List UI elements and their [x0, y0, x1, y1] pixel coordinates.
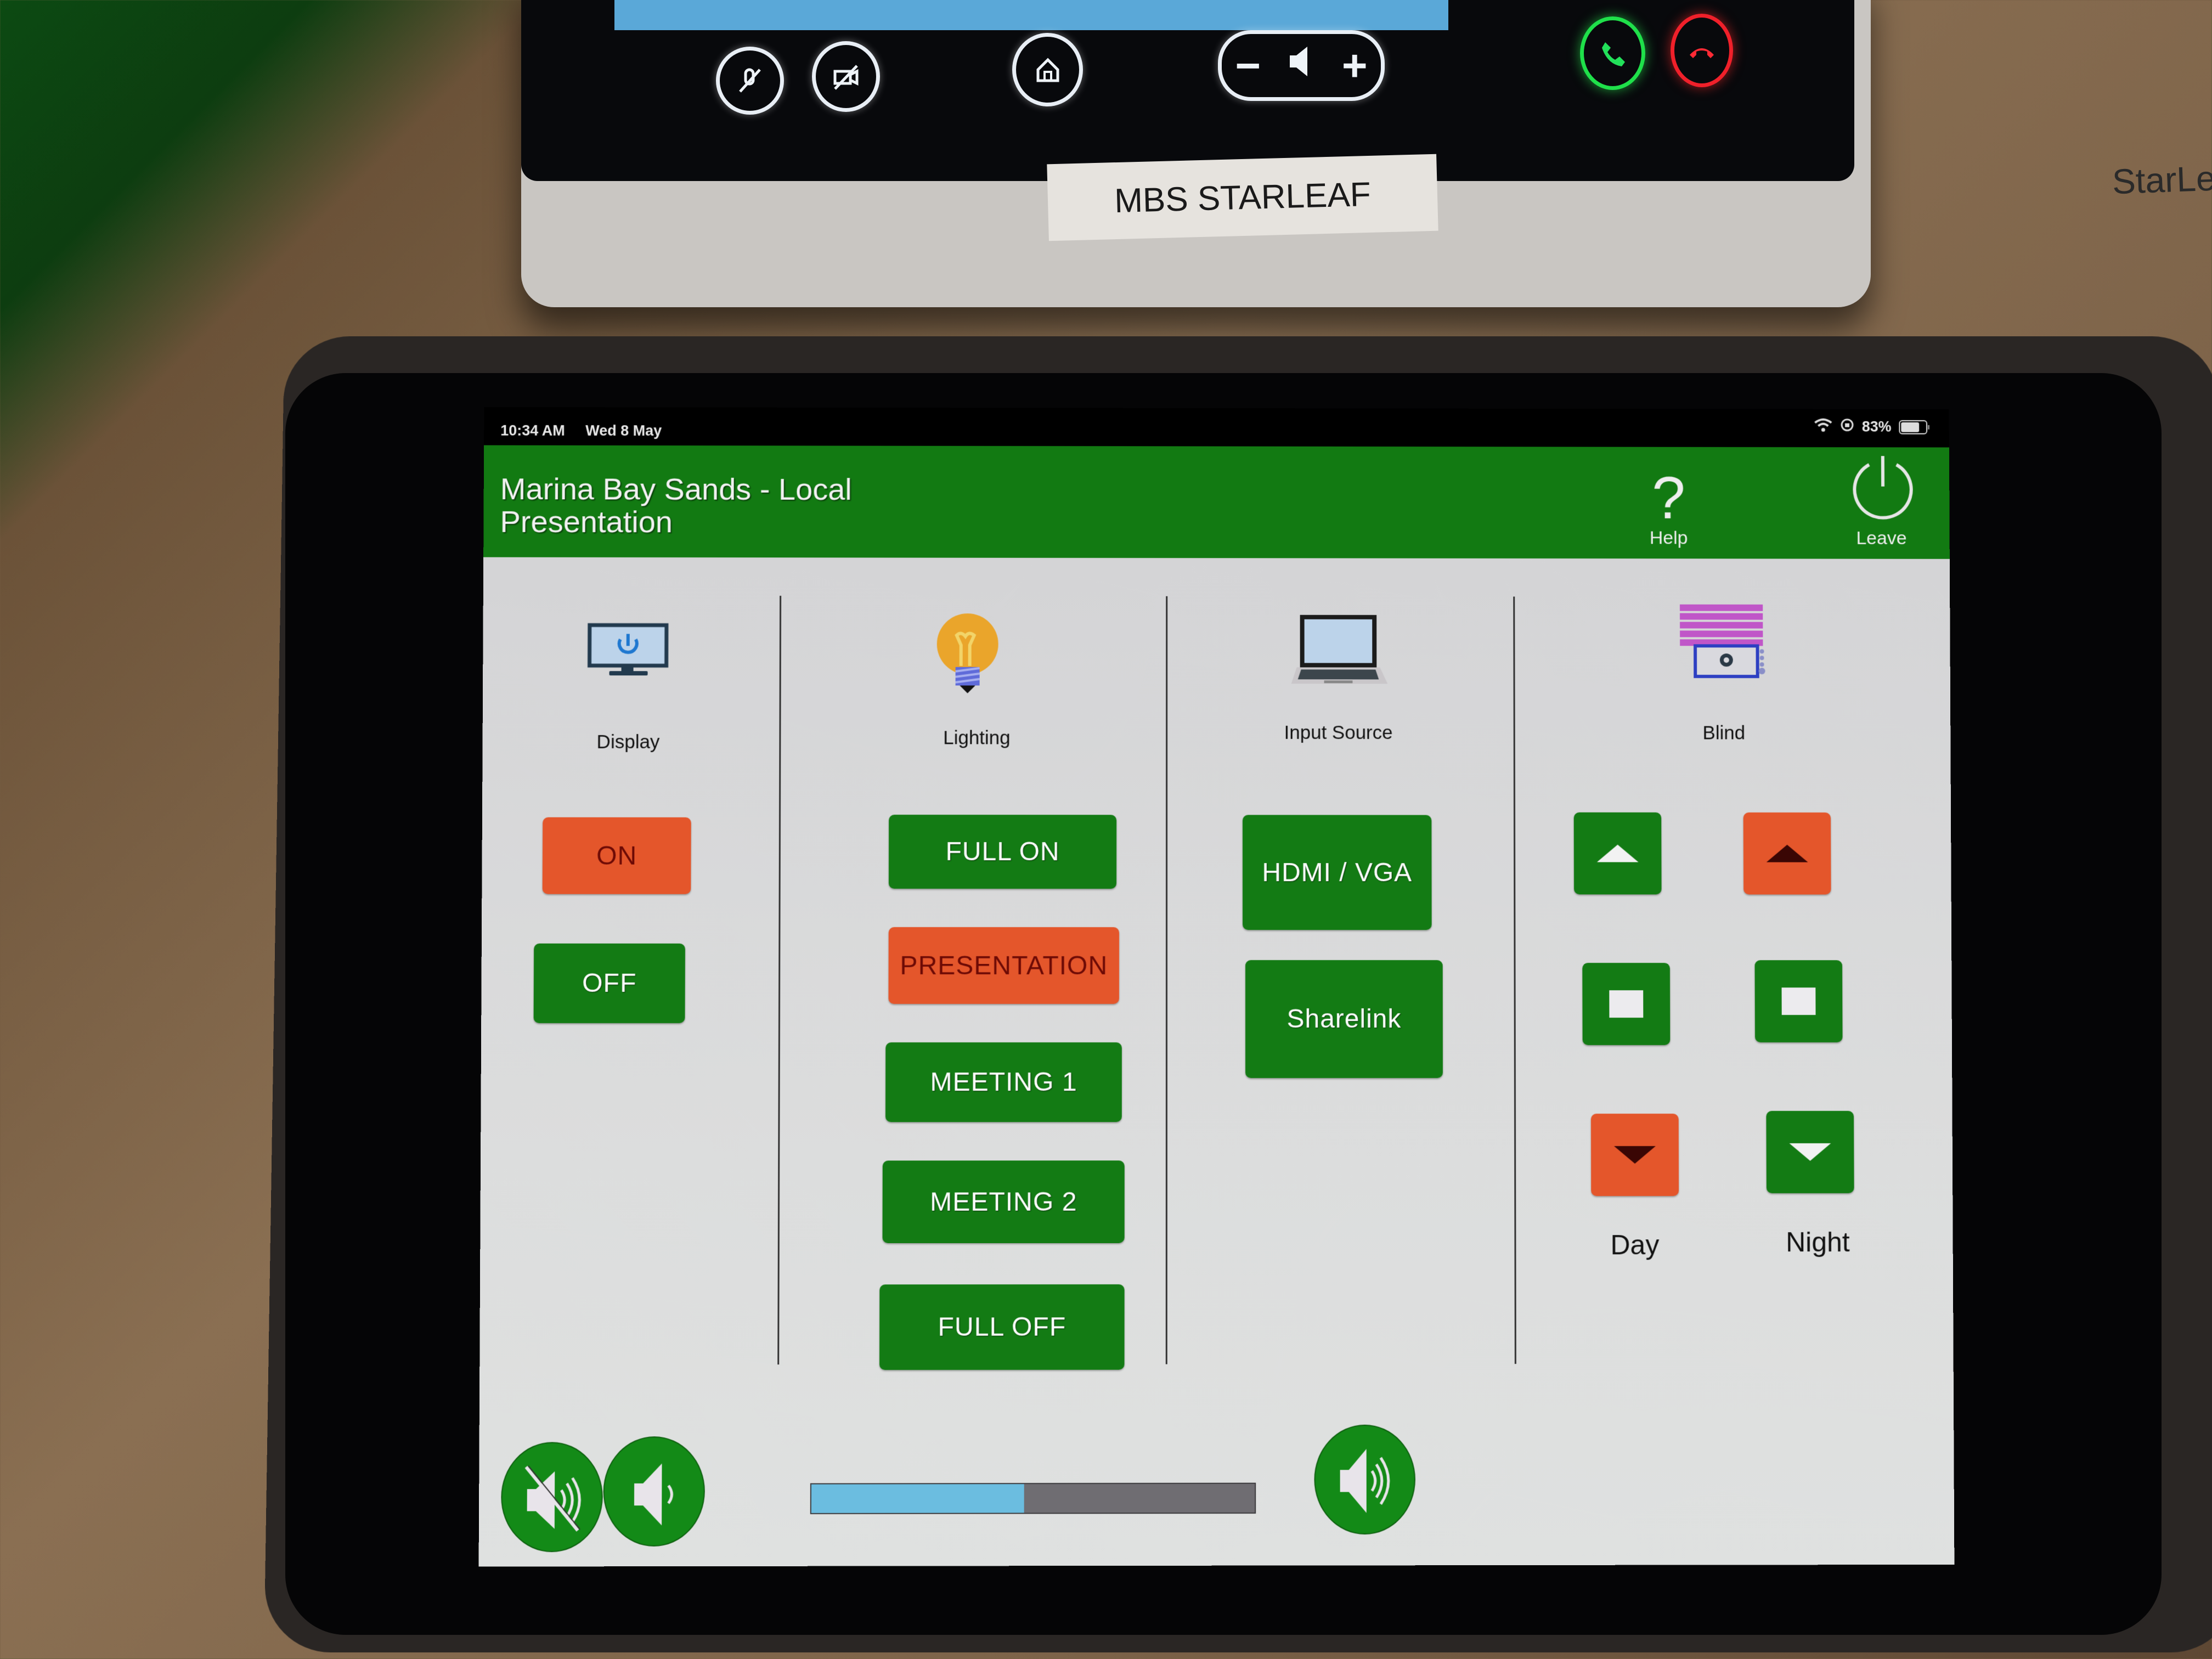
- app-header: Marina Bay Sands - Local Presentation ? …: [483, 445, 1950, 559]
- room-title-line2: Presentation: [500, 504, 673, 539]
- starleaf-control-panel: − +: [521, 0, 1854, 181]
- display-off-label: OFF: [582, 968, 637, 998]
- arrow-down-icon: [1789, 1143, 1831, 1161]
- ipad-screen: 10:34 AM Wed 8 May 83% Marina Bay Sands …: [478, 407, 1955, 1567]
- lighting-meeting-2-label: MEETING 2: [929, 1187, 1077, 1217]
- starleaf-screen-edge: [614, 0, 1448, 30]
- lighting-label: Lighting: [943, 727, 1011, 749]
- orientation-lock-icon: [1840, 418, 1854, 436]
- help-label: Help: [1649, 527, 1688, 549]
- input-hdmi-vga-label: HDMI / VGA: [1262, 857, 1413, 887]
- volume-down-button[interactable]: [603, 1436, 706, 1547]
- volume-minus-button[interactable]: −: [1235, 41, 1261, 91]
- room-title: Marina Bay Sands - Local Presentation: [500, 471, 994, 539]
- display-icon: [587, 623, 670, 680]
- lighting-full-off-button[interactable]: FULL OFF: [879, 1284, 1125, 1370]
- starleaf-device: − + MBS STARLEAF StarLeaf: [521, 0, 2212, 307]
- stop-icon: [1781, 988, 1816, 1015]
- lighting-column: Lighting FULL ON PRESENTATION MEETING 1 …: [780, 557, 1166, 1370]
- input-hdmi-vga-button[interactable]: HDMI / VGA: [1242, 815, 1432, 930]
- lighting-meeting-2-button[interactable]: MEETING 2: [882, 1160, 1125, 1244]
- camera-off-icon[interactable]: [812, 41, 880, 112]
- starleaf-brand: StarLeaf: [2111, 157, 2212, 202]
- device-label: MBS STARLEAF: [1047, 154, 1438, 241]
- speaker-mute-icon: [516, 1455, 588, 1538]
- blind-night-stop-button[interactable]: [1754, 960, 1843, 1042]
- input-source-column: Input Source HDMI / VGA Sharelink: [1169, 558, 1515, 1358]
- blind-day-down-button[interactable]: [1590, 1113, 1679, 1197]
- mute-button[interactable]: [500, 1442, 603, 1553]
- blind-day-stop-button[interactable]: [1582, 963, 1671, 1046]
- leave-label: Leave: [1856, 528, 1907, 549]
- mic-mute-icon[interactable]: [716, 47, 784, 115]
- arrow-up-icon: [1766, 844, 1808, 862]
- display-on-label: ON: [596, 841, 637, 871]
- display-on-button[interactable]: ON: [542, 817, 691, 894]
- battery-percent: 83%: [1861, 418, 1892, 435]
- speaker-low-icon: [634, 1463, 687, 1526]
- battery-icon: [1899, 420, 1928, 435]
- power-icon: [1847, 453, 1918, 523]
- arrow-up-icon: [1596, 844, 1639, 862]
- blind-day-up-button[interactable]: [1573, 812, 1662, 895]
- lighting-full-on-button[interactable]: FULL ON: [888, 815, 1117, 889]
- column-divider: [1165, 596, 1168, 1364]
- room-title-line1: Marina Bay Sands - Local: [500, 471, 852, 506]
- answer-call-icon[interactable]: [1580, 16, 1645, 90]
- display-label: Display: [596, 731, 660, 753]
- battery-fill: [1901, 422, 1920, 432]
- lighting-presentation-label: PRESENTATION: [900, 951, 1108, 980]
- status-time: 10:34 AM: [500, 422, 565, 439]
- starleaf-volume-control[interactable]: − +: [1218, 30, 1385, 101]
- blind-day-label: Day: [1610, 1229, 1660, 1261]
- volume-plus-button[interactable]: +: [1342, 41, 1368, 91]
- blind-night-up-button[interactable]: [1743, 812, 1831, 895]
- end-call-icon[interactable]: [1671, 14, 1733, 87]
- speaker-high-icon: [1340, 1448, 1401, 1513]
- lighting-full-on-label: FULL ON: [945, 837, 1060, 867]
- status-date: Wed 8 May: [585, 422, 662, 439]
- volume-slider[interactable]: [810, 1482, 1256, 1514]
- display-column: Display ON OFF: [479, 557, 780, 1359]
- blind-night-down-button[interactable]: [1766, 1110, 1854, 1194]
- display-off-button[interactable]: OFF: [533, 943, 685, 1023]
- control-panel: Display ON OFF Lighting FULL ON PRESENTA…: [478, 557, 1955, 1567]
- input-sharelink-label: Sharelink: [1286, 1005, 1402, 1034]
- volume-level-fill: [811, 1484, 1025, 1513]
- blind-night-label: Night: [1786, 1227, 1850, 1258]
- status-bar: 10:34 AM Wed 8 May 83%: [484, 407, 1949, 450]
- help-button[interactable]: ? Help: [1625, 447, 1713, 559]
- arrow-down-icon: [1613, 1146, 1656, 1164]
- blind-column: Blind Day Night: [1516, 558, 1954, 1358]
- input-source-label: Input Source: [1284, 721, 1393, 743]
- input-sharelink-button[interactable]: Sharelink: [1245, 960, 1443, 1079]
- speaker-icon: [1288, 41, 1315, 91]
- blind-icon: [1679, 602, 1768, 681]
- stop-icon: [1609, 990, 1644, 1018]
- lighting-full-off-label: FULL OFF: [938, 1312, 1066, 1342]
- volume-up-button[interactable]: [1314, 1424, 1416, 1535]
- blind-label: Blind: [1702, 722, 1746, 744]
- lighting-meeting-1-button[interactable]: MEETING 1: [885, 1042, 1122, 1122]
- leave-button[interactable]: Leave: [1837, 447, 1925, 559]
- lighting-presentation-button[interactable]: PRESENTATION: [888, 927, 1120, 1004]
- laptop-icon: [1289, 613, 1393, 692]
- wifi-icon: [1814, 418, 1832, 436]
- home-icon[interactable]: [1012, 33, 1083, 106]
- help-icon: ?: [1651, 464, 1686, 532]
- lighting-meeting-1-label: MEETING 1: [930, 1068, 1077, 1097]
- lightbulb-icon: [936, 612, 1002, 697]
